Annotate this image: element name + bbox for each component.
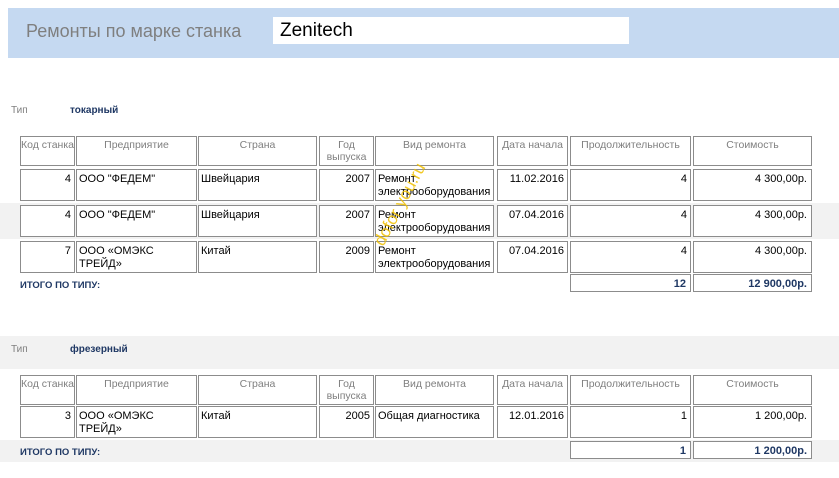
column-header: Предприятие (76, 375, 197, 405)
table-cell-date: 11.02.2016 (497, 169, 568, 201)
column-header: Предприятие (76, 136, 197, 166)
table-cell-cost: 4 300,00р. (693, 241, 812, 273)
table-cell-company: ООО "ФЕДЕМ" (76, 169, 197, 201)
type-value: фрезерный (70, 344, 128, 355)
table-cell-country: Китай (198, 406, 317, 438)
table-cell-code: 4 (20, 169, 75, 201)
type-value: токарный (70, 105, 119, 116)
table-cell-cost: 4 300,00р. (693, 169, 812, 201)
table-cell-country: Китай (198, 241, 317, 273)
column-header: Дата начала (497, 375, 568, 405)
column-header: Вид ремонта (375, 136, 494, 166)
table-cell-repair: Общая диагностика (375, 406, 494, 438)
column-header: Код станка (20, 136, 75, 166)
column-header: Год выпуска (319, 375, 374, 405)
total-cost: 12 900,00р. (693, 274, 812, 292)
total-duration: 1 (570, 441, 691, 459)
total-cost: 1 200,00р. (693, 441, 812, 459)
table-cell-date: 07.04.2016 (497, 205, 568, 237)
table-cell-duration: 4 (570, 241, 691, 273)
type-label: Тип (11, 344, 28, 355)
table-cell-cost: 4 300,00р. (693, 205, 812, 237)
brand-field: Zenitech (273, 17, 629, 44)
report-title: Ремонты по марке станка (26, 21, 242, 41)
table-cell-repair: Ремонт электрооборудования (375, 241, 494, 273)
table-cell-code: 3 (20, 406, 75, 438)
table-cell-year: 2005 (319, 406, 374, 438)
table-cell-code: 4 (20, 205, 75, 237)
table-cell-company: ООО «ОМЭКС ТРЕЙД» (76, 241, 197, 273)
column-header: Продолжительность (570, 375, 691, 405)
table-cell-year: 2009 (319, 241, 374, 273)
total-duration: 12 (570, 274, 691, 292)
table-cell-duration: 1 (570, 406, 691, 438)
table-cell-date: 07.04.2016 (497, 241, 568, 273)
total-label: ИТОГО ПО ТИПУ: (20, 280, 101, 291)
table-cell-date: 12.01.2016 (497, 406, 568, 438)
table-cell-duration: 4 (570, 169, 691, 201)
table-cell-company: ООО "ФЕДЕМ" (76, 205, 197, 237)
table-cell-year: 2007 (319, 205, 374, 237)
table-cell-code: 7 (20, 241, 75, 273)
column-header: Продолжительность (570, 136, 691, 166)
table-cell-company: ООО «ОМЭКС ТРЕЙД» (76, 406, 197, 438)
column-header: Страна (198, 136, 317, 166)
column-header: Стоимость (693, 375, 812, 405)
column-header: Вид ремонта (375, 375, 494, 405)
column-header: Стоимость (693, 136, 812, 166)
column-header: Год выпуска (319, 136, 374, 166)
column-header: Код станка (20, 375, 75, 405)
table-cell-year: 2007 (319, 169, 374, 201)
table-cell-duration: 4 (570, 205, 691, 237)
table-cell-country: Швейцария (198, 205, 317, 237)
report-header: Ремонты по марке станка Zenitech (8, 8, 839, 58)
column-header: Страна (198, 375, 317, 405)
total-label: ИТОГО ПО ТИПУ: (20, 447, 101, 458)
column-header: Дата начала (497, 136, 568, 166)
table-cell-cost: 1 200,00р. (693, 406, 812, 438)
table-cell-country: Швейцария (198, 169, 317, 201)
type-label: Тип (11, 105, 28, 116)
